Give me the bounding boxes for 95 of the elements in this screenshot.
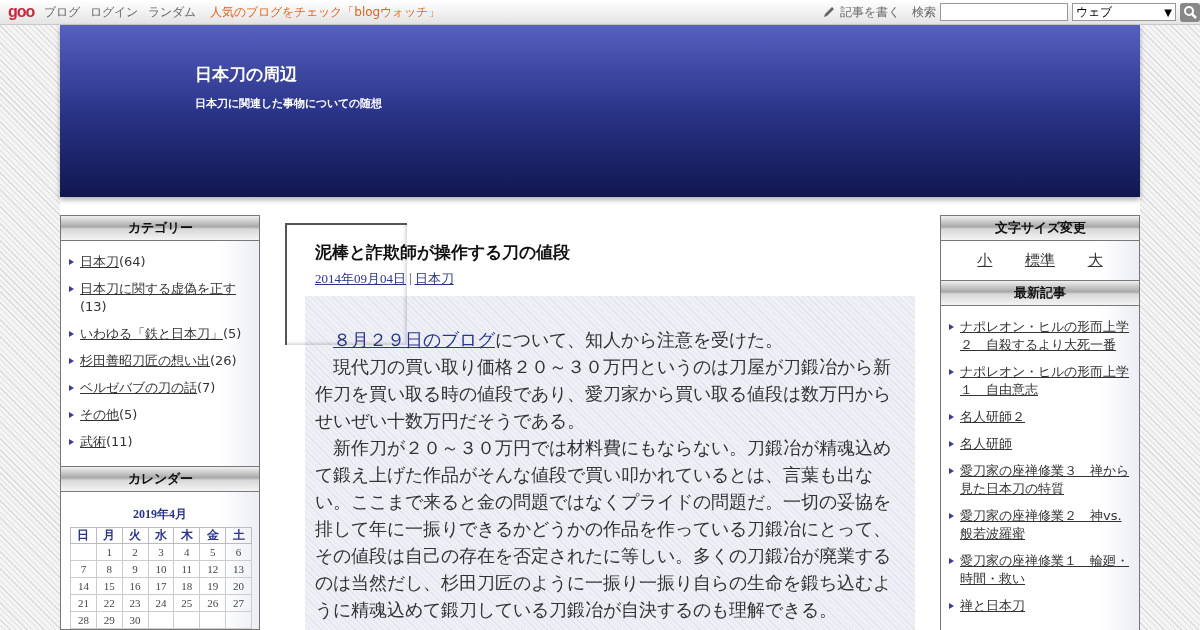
bullet-icon <box>949 603 954 609</box>
bullet-icon <box>69 385 74 391</box>
panel-heading: 最新記事 <box>941 281 1139 306</box>
recent-post-link[interactable]: 名人研師２ <box>960 408 1025 426</box>
category-item[interactable]: 日本刀(64) <box>80 253 146 271</box>
bullet-icon <box>949 369 954 375</box>
calendar-day: 6 <box>225 543 252 561</box>
post-category[interactable]: 日本刀 <box>414 270 454 288</box>
calendar-day: 18 <box>173 577 200 595</box>
calendar-day: 7 <box>70 560 97 578</box>
calendar-day: 8 <box>96 560 123 578</box>
calendar-day: 28 <box>70 611 97 629</box>
separator: | <box>409 270 412 287</box>
calendar-day: 26 <box>199 594 226 612</box>
calendar-day: 17 <box>148 577 174 595</box>
font-size-link[interactable]: 大 <box>1087 251 1103 270</box>
calendar-day: 1 <box>96 543 123 561</box>
write-link[interactable]: 記事を書く <box>840 3 900 21</box>
nav-link[interactable]: ブログ <box>44 3 81 21</box>
search-button[interactable] <box>1180 2 1200 22</box>
paragraph: ８月２９日のブログについて、知人から注意を受けた。 <box>332 328 784 352</box>
calendar-day: 13 <box>225 560 252 578</box>
logo-link[interactable]: goo <box>8 3 35 21</box>
weekday-header: 金 <box>199 527 226 544</box>
recent-post-link[interactable]: 愛刀家の座禅修業３ 禅から見た日本刀の特質 <box>960 462 1131 498</box>
calendar-day: 3 <box>148 543 174 561</box>
bullet-icon <box>69 331 74 337</box>
post-title[interactable]: 泥棒と詐欺師が操作する刀の値段 <box>315 241 915 264</box>
post-date[interactable]: 2014年09月04日 <box>315 270 406 288</box>
weekday-header: 日 <box>70 527 97 544</box>
calendar-day: 4 <box>173 543 200 561</box>
recent-post-link[interactable]: ナポレオン・ヒルの形而上学１ 自由意志 <box>960 363 1131 399</box>
weekday-header: 木 <box>173 527 200 544</box>
category-item[interactable]: 武術(11) <box>80 433 133 451</box>
scope-dropdown[interactable]: ウェブ ▼ <box>1072 3 1176 21</box>
blog-title[interactable]: 日本刀の周辺 <box>195 63 1140 86</box>
calendar-day: 22 <box>96 594 123 612</box>
calendar-day: 14 <box>70 577 97 595</box>
calendar-day: 16 <box>122 577 149 595</box>
calendar-month: 2019年4月 <box>132 506 188 523</box>
calendar-day: 11 <box>173 560 200 578</box>
nav-link[interactable]: ランダム <box>148 3 197 21</box>
bullet-icon <box>69 439 74 445</box>
bullet-icon <box>949 513 954 519</box>
bullet-icon <box>69 358 74 364</box>
calendar-day: 23 <box>122 594 149 612</box>
bullet-icon <box>949 414 954 420</box>
paragraph: 現代刀の買い取り価格２０～３０万円というのは刀屋が刀鍛冶から新作刀を買い取る時の値段であり、愛刀家から買い取る値段は数万円からせいぜい十数万円だそうである。 <box>315 355 892 433</box>
calendar-day: 30 <box>122 611 149 629</box>
calendar-day: 15 <box>96 577 123 595</box>
blog-subtitle: 日本刀に関連した事物についての随想 <box>195 96 383 111</box>
bullet-icon <box>69 259 74 265</box>
bullet-icon <box>69 286 74 292</box>
calendar-day: 19 <box>199 577 226 595</box>
calendar-day: 5 <box>199 543 226 561</box>
weekday-header: 月 <box>96 527 123 544</box>
recent-post-link[interactable]: 愛刀家の座禅修業１ 輪廻・時間・救い <box>960 552 1131 588</box>
font-size-link[interactable]: 標準 <box>1025 251 1055 270</box>
font-size-link[interactable]: 小 <box>977 251 993 270</box>
paragraph: 新作刀が２０～３０万円では材料費にもならない。刀鍛冶が精魂込めて鍛え上げた作品がそんな値段で買い叩かれているとは、言葉も出ない。ここまで来ると金の問題ではなくプライドの問題だ。一切の妥協を排して年に一振りできるかどうかの作品を作っている刀鍛冶にとって、その値段は自己の存在を否定されたに等しい。多くの刀鍛冶が廃業するのは当然だし、杉田刀匠のように一振り一振り自らの生命を鍛ち込むように精魂込めて鍛刀している刀鍛冶が自決するのも理解できる。 <box>315 436 892 622</box>
search-label: 検索 <box>912 3 936 21</box>
category-item[interactable]: 日本刀に関する虚偽を正す (13) <box>80 280 251 316</box>
recent-post-link[interactable]: 愛刀家の座禅修業２ 神vs.般若波羅蜜 <box>960 507 1131 543</box>
panel-heading: カレンダー <box>61 467 259 492</box>
panel-heading: 文字サイズ変更 <box>941 216 1139 241</box>
bullet-icon <box>949 441 954 447</box>
weekday-header: 土 <box>225 527 252 544</box>
blog-link[interactable]: ８月２９日のブログ <box>333 329 495 350</box>
recent-post-link[interactable]: ナポレオン・ヒルの形而上学２ 自殺するより大死一番 <box>960 318 1131 354</box>
calendar-day: 24 <box>148 594 174 612</box>
calendar-day: 25 <box>173 594 200 612</box>
bullet-icon <box>949 468 954 474</box>
pencil-icon[interactable] <box>822 5 836 19</box>
category-item[interactable]: ベルゼバブの刀の話(7) <box>80 379 216 397</box>
calendar-day: 20 <box>225 577 252 595</box>
nav-link[interactable]: ログイン <box>90 3 139 21</box>
calendar-day: 2 <box>122 543 149 561</box>
calendar-day: 21 <box>70 594 97 612</box>
weekday-header: 水 <box>148 527 174 544</box>
calendar-day: 9 <box>122 560 149 578</box>
category-item[interactable]: その他(5) <box>80 406 138 424</box>
category-item[interactable]: いわゆる「鉄と日本刀」(5) <box>80 325 242 343</box>
recent-post-link[interactable]: 名人研師 <box>960 435 1012 453</box>
category-item[interactable]: 杉田善昭刀匠の想い出(26) <box>80 352 237 370</box>
bullet-icon <box>69 412 74 418</box>
weekday-header: 火 <box>122 527 149 544</box>
calendar-day: 27 <box>225 594 252 612</box>
bullet-icon <box>949 324 954 330</box>
calendar-day: 29 <box>96 611 123 629</box>
bullet-icon <box>949 558 954 564</box>
panel-heading: カテゴリー <box>61 216 259 241</box>
calendar-day: 12 <box>199 560 226 578</box>
recent-post-link[interactable]: 禅と日本刀 <box>960 597 1025 615</box>
search-field[interactable] <box>940 3 1068 21</box>
calendar-day: 10 <box>148 560 174 578</box>
